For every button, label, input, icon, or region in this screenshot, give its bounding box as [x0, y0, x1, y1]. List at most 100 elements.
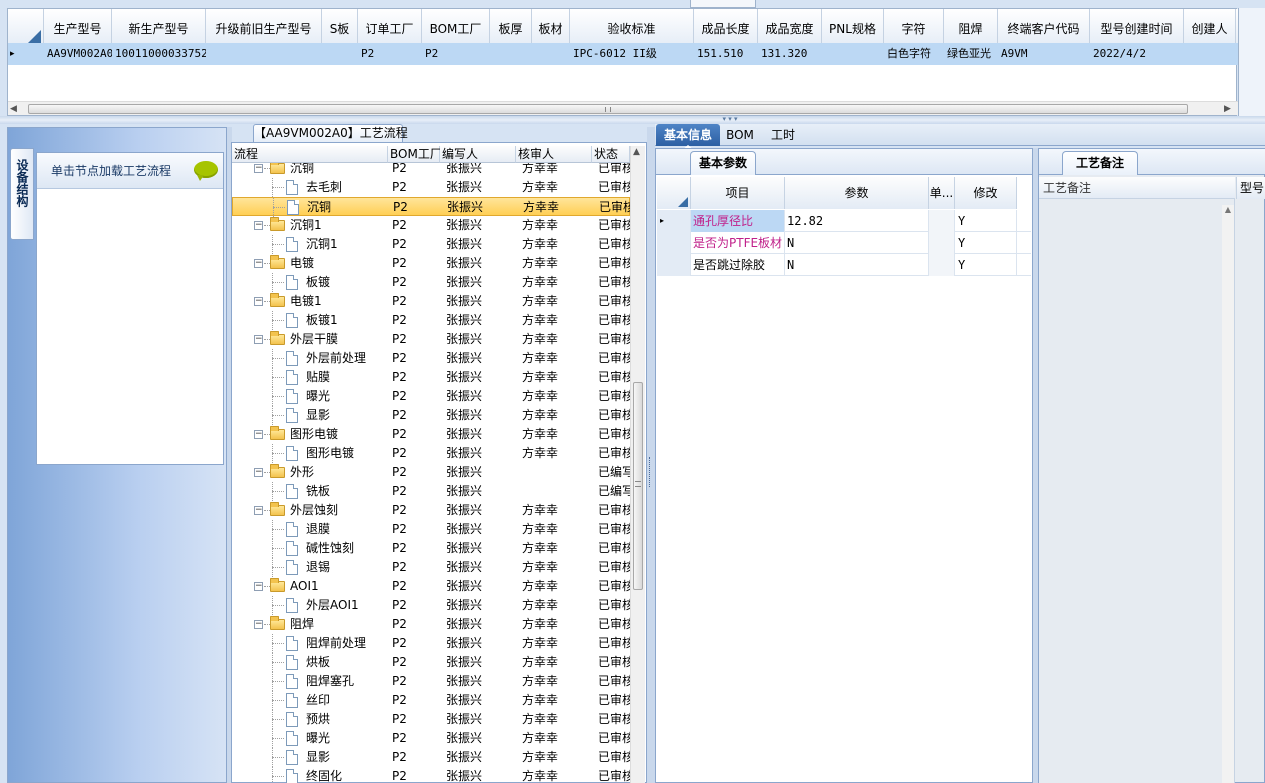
- tab-work-hours[interactable]: 工时: [760, 124, 806, 146]
- tree-column-header-writer[interactable]: 编写人: [440, 146, 516, 163]
- table-cell[interactable]: 10011000033752: [112, 43, 206, 65]
- tree-row[interactable]: 图形电镀 P2 张振兴 方幸幸 已审核: [232, 444, 630, 463]
- table-cell[interactable]: P2: [422, 43, 490, 65]
- params-column-header[interactable]: 项目: [691, 177, 785, 209]
- params-value[interactable]: 12.82: [785, 210, 929, 232]
- params-value[interactable]: N: [785, 232, 929, 254]
- params-column-header[interactable]: 参数: [785, 177, 929, 209]
- collapse-icon[interactable]: −: [254, 221, 263, 230]
- middle-splitter[interactable]: [647, 127, 655, 783]
- tree-row[interactable]: − 外形 P2 张振兴 已编写: [232, 463, 630, 482]
- tree-row[interactable]: − 电镀1 P2 张振兴 方幸幸 已审核: [232, 292, 630, 311]
- collapse-icon[interactable]: −: [254, 582, 263, 591]
- table-cell[interactable]: P2: [358, 43, 422, 65]
- params-row[interactable]: 是否跳过除胶 N Y: [657, 254, 1031, 276]
- column-header[interactable]: S板: [322, 9, 358, 47]
- params-row[interactable]: 是否为PTFE板材 N Y: [657, 232, 1031, 254]
- column-header[interactable]: 型号创建时间: [1090, 9, 1184, 47]
- tree-row[interactable]: 碱性蚀刻 P2 张振兴 方幸幸 已审核: [232, 539, 630, 558]
- tab-basic-info[interactable]: 基本信息: [656, 124, 720, 146]
- tree-row[interactable]: 板镀1 P2 张振兴 方幸幸 已审核: [232, 311, 630, 330]
- collapse-icon[interactable]: −: [254, 468, 263, 477]
- collapse-icon[interactable]: −: [254, 430, 263, 439]
- column-header[interactable]: PNL规格: [822, 9, 884, 47]
- tree-column-header-bom[interactable]: BOM工厂: [388, 146, 442, 163]
- scroll-up-icon[interactable]: ▲: [633, 147, 640, 157]
- column-header[interactable]: 新生产型号: [112, 9, 206, 47]
- column-header[interactable]: 成品宽度: [758, 9, 822, 47]
- tree-vertical-scrollbar[interactable]: ▲: [630, 146, 645, 783]
- tree-scroll-thumb[interactable]: [633, 382, 643, 590]
- tree-row[interactable]: 沉铜1 P2 张振兴 方幸幸 已审核: [232, 235, 630, 254]
- tree-row[interactable]: 外层AOI1 P2 张振兴 方幸幸 已审核: [232, 596, 630, 615]
- scroll-left-icon[interactable]: ◀: [10, 103, 20, 115]
- params-row[interactable]: ▸ 通孔厚径比 12.82 Y: [657, 210, 1031, 232]
- params-column-header[interactable]: 修改: [955, 177, 1017, 209]
- tree-row[interactable]: 退膜 P2 张振兴 方幸幸 已审核: [232, 520, 630, 539]
- tree-row[interactable]: 沉铜 P2 张振兴 方幸幸 已审核: [232, 197, 631, 217]
- column-header[interactable]: 终端客户代码: [998, 9, 1090, 47]
- collapse-icon[interactable]: −: [254, 620, 263, 629]
- table-row[interactable]: AA9VM002A0 10011000033752 P2 P2 IPC-6012 II级…: [8, 43, 1238, 65]
- column-header[interactable]: 字符: [884, 9, 944, 47]
- params-corner[interactable]: [657, 177, 691, 209]
- scroll-thumb[interactable]: [28, 104, 1188, 114]
- params-value[interactable]: N: [785, 254, 929, 276]
- collapse-icon[interactable]: −: [254, 259, 263, 268]
- tree-row[interactable]: 终固化 P2 张振兴 方幸幸 已审核: [232, 767, 630, 783]
- tree-row[interactable]: 烘板 P2 张振兴 方幸幸 已审核: [232, 653, 630, 672]
- tree-row[interactable]: 预烘 P2 张振兴 方幸幸 已审核: [232, 710, 630, 729]
- column-header[interactable]: 创建人: [1184, 9, 1236, 47]
- corner-selector[interactable]: [8, 9, 44, 47]
- column-header[interactable]: 成品长度: [694, 9, 758, 47]
- table-cell[interactable]: 131.320: [758, 43, 822, 65]
- notes-scrollbar[interactable]: ▲: [1222, 205, 1234, 783]
- tab-basic-params[interactable]: 基本参数: [690, 151, 756, 175]
- tree-row[interactable]: 阻焊塞孔 P2 张振兴 方幸幸 已审核: [232, 672, 630, 691]
- tree-row[interactable]: − 电镀 P2 张振兴 方幸幸 已审核: [232, 254, 630, 273]
- tree-row[interactable]: − 外层蚀刻 P2 张振兴 方幸幸 已审核: [232, 501, 630, 520]
- table-cell[interactable]: 2022/4/2: [1090, 43, 1184, 65]
- column-header[interactable]: BOM工厂: [422, 9, 490, 47]
- table-cell[interactable]: [532, 43, 570, 65]
- tree-row[interactable]: 显影 P2 张振兴 方幸幸 已审核: [232, 748, 630, 767]
- tree-row[interactable]: 外层前处理 P2 张振兴 方幸幸 已审核: [232, 349, 630, 368]
- tree-row[interactable]: 显影 P2 张振兴 方幸幸 已审核: [232, 406, 630, 425]
- tree-row[interactable]: − 外层干膜 P2 张振兴 方幸幸 已审核: [232, 330, 630, 349]
- column-header[interactable]: 生产型号: [44, 9, 112, 47]
- collapse-icon[interactable]: −: [254, 164, 263, 173]
- scroll-right-icon[interactable]: ▶: [1224, 103, 1234, 115]
- tree-row[interactable]: − 沉铜1 P2 张振兴 方幸幸 已审核: [232, 216, 630, 235]
- tree-column-header-reviewer[interactable]: 核审人: [516, 146, 592, 163]
- tree-row[interactable]: 去毛刺 P2 张振兴 方幸幸 已审核: [232, 178, 630, 197]
- column-header[interactable]: 板厚: [490, 9, 532, 47]
- tab-process-notes[interactable]: 工艺备注: [1062, 151, 1138, 175]
- tree-row[interactable]: 板镀 P2 张振兴 方幸幸 已审核: [232, 273, 630, 292]
- table-cell[interactable]: [822, 43, 884, 65]
- table-cell[interactable]: 151.510: [694, 43, 758, 65]
- table-cell[interactable]: [490, 43, 532, 65]
- tree-row[interactable]: − 阻焊 P2 张振兴 方幸幸 已审核: [232, 615, 630, 634]
- notes-textarea[interactable]: ▲: [1039, 199, 1235, 783]
- tree-column-header-flow[interactable]: 流程: [232, 146, 388, 163]
- collapse-icon[interactable]: −: [254, 335, 263, 344]
- table-cell[interactable]: [206, 43, 322, 65]
- tree-row[interactable]: 铣板 P2 张振兴 已编写: [232, 482, 630, 501]
- table-cell[interactable]: [322, 43, 358, 65]
- params-column-header[interactable]: 单...: [929, 177, 955, 209]
- table-cell[interactable]: AA9VM002A0: [44, 43, 112, 65]
- tree-row[interactable]: 曝光 P2 张振兴 方幸幸 已审核: [232, 387, 630, 406]
- tree-row[interactable]: 丝印 P2 张振兴 方幸幸 已审核: [232, 691, 630, 710]
- column-header[interactable]: 板材: [532, 9, 570, 47]
- table-cell[interactable]: 绿色亚光: [944, 43, 998, 65]
- tree-row[interactable]: 退锡 P2 张振兴 方幸幸 已审核: [232, 558, 630, 577]
- tree-row[interactable]: 曝光 P2 张振兴 方幸幸 已审核: [232, 729, 630, 748]
- tab-bom[interactable]: BOM: [722, 124, 758, 146]
- tree-row[interactable]: 阻焊前处理 P2 张振兴 方幸幸 已审核: [232, 634, 630, 653]
- horizontal-splitter[interactable]: ▾ ▾ ▾: [0, 116, 1265, 124]
- column-header[interactable]: 验收标准: [570, 9, 694, 47]
- column-header[interactable]: 阻焊: [944, 9, 998, 47]
- collapse-icon[interactable]: −: [254, 297, 263, 306]
- tree-row[interactable]: − 图形电镀 P2 张振兴 方幸幸 已审核: [232, 425, 630, 444]
- tree-row[interactable]: − AOI1 P2 张振兴 方幸幸 已审核: [232, 577, 630, 596]
